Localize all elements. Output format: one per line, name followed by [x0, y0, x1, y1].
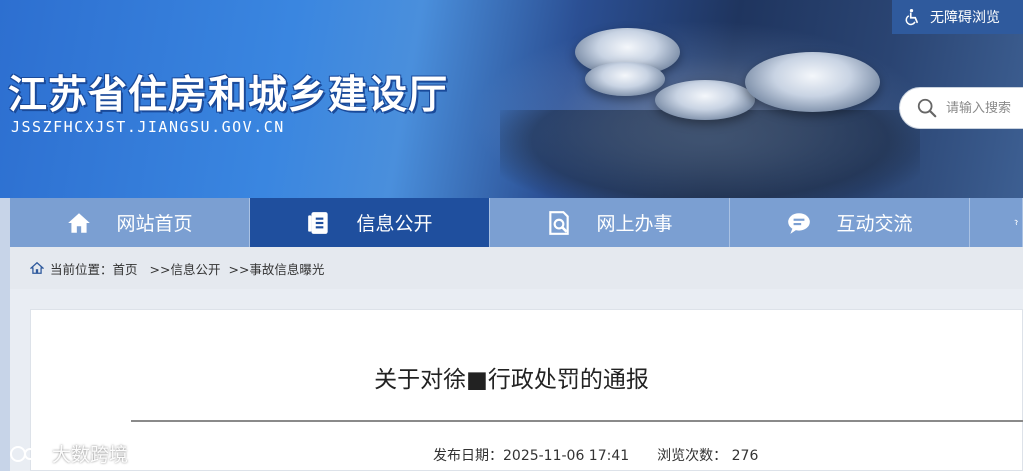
- nav-item-home[interactable]: 网站首页: [10, 198, 250, 247]
- watermark-text: 大数跨境: [52, 444, 129, 466]
- site-domain: JSSZFHCXJST.JIANGSU.GOV.CN: [11, 118, 285, 136]
- nav-item-label: 信息公开: [356, 213, 433, 235]
- home-icon: [68, 212, 91, 233]
- nav-item-label: 网上办事: [596, 213, 673, 235]
- breadcrumb: 当前位置： 首页 >>信息公开 >>事故信息曝光: [10, 247, 1023, 289]
- publish-date: 2025-11-06 17:41: [503, 448, 630, 464]
- watermark-logo-icon: [10, 445, 45, 462]
- nav-item-online-services[interactable]: 网上办事: [490, 198, 730, 247]
- nav-item-more[interactable]: [970, 198, 1023, 247]
- breadcrumb-link-accident-info[interactable]: >>事故信息曝光: [228, 259, 324, 278]
- breadcrumb-link-home[interactable]: 首页: [113, 259, 138, 278]
- accessibility-label: 无障碍浏览: [930, 10, 1000, 26]
- view-count-group: 浏览次数： 276: [657, 445, 758, 465]
- nav-item-info-disclosure[interactable]: 信息公开: [250, 198, 490, 247]
- banner-ground: [500, 110, 920, 198]
- home-icon: [30, 261, 44, 274]
- site-title: 江苏省住房和城乡建设厅: [8, 73, 449, 118]
- search-document-icon: [549, 210, 570, 235]
- article-meta: 发布日期：2025-11-06 17:41 浏览次数： 276: [433, 445, 758, 465]
- publish-date-label: 发布日期：: [433, 448, 503, 464]
- chat-icon: [788, 212, 811, 234]
- title-divider: [131, 420, 1023, 422]
- search-icon: [917, 98, 937, 118]
- article-title: 关于对徐■行政处罚的通报: [374, 367, 649, 393]
- view-count: 276: [731, 448, 759, 464]
- search-box[interactable]: [899, 87, 1023, 129]
- banner-stadium-dome: [585, 62, 665, 96]
- banner-stadium-dome: [745, 52, 880, 112]
- nav-item-label: 互动交流: [836, 213, 913, 235]
- page-left-strip: [0, 198, 10, 471]
- article-panel: 关于对徐■行政处罚的通报 发布日期：2025-11-06 17:41 浏览次数：…: [30, 309, 1023, 471]
- main-nav: 网站首页 信息公开 网上办事 互动交流: [10, 198, 1023, 247]
- wheelchair-icon: [905, 8, 918, 26]
- nav-item-interaction[interactable]: 互动交流: [730, 198, 970, 247]
- document-icon: [308, 211, 329, 234]
- watermark: 大数跨境: [8, 440, 128, 467]
- nav-item-label: 网站首页: [116, 213, 193, 235]
- accessibility-button[interactable]: 无障碍浏览: [892, 0, 1023, 34]
- breadcrumb-prefix: 当前位置：: [50, 261, 113, 277]
- publish-date-group: 发布日期：2025-11-06 17:41: [433, 445, 629, 465]
- banner-stadium-dome: [655, 80, 755, 120]
- more-icon: [1014, 219, 1018, 225]
- view-count-label: 浏览次数：: [657, 448, 728, 464]
- breadcrumb-link-info-disclosure[interactable]: >>信息公开: [150, 259, 221, 278]
- search-input[interactable]: [946, 100, 1023, 116]
- header-banner: 江苏省住房和城乡建设厅 JSSZFHCXJST.JIANGSU.GOV.CN 无…: [0, 0, 1023, 198]
